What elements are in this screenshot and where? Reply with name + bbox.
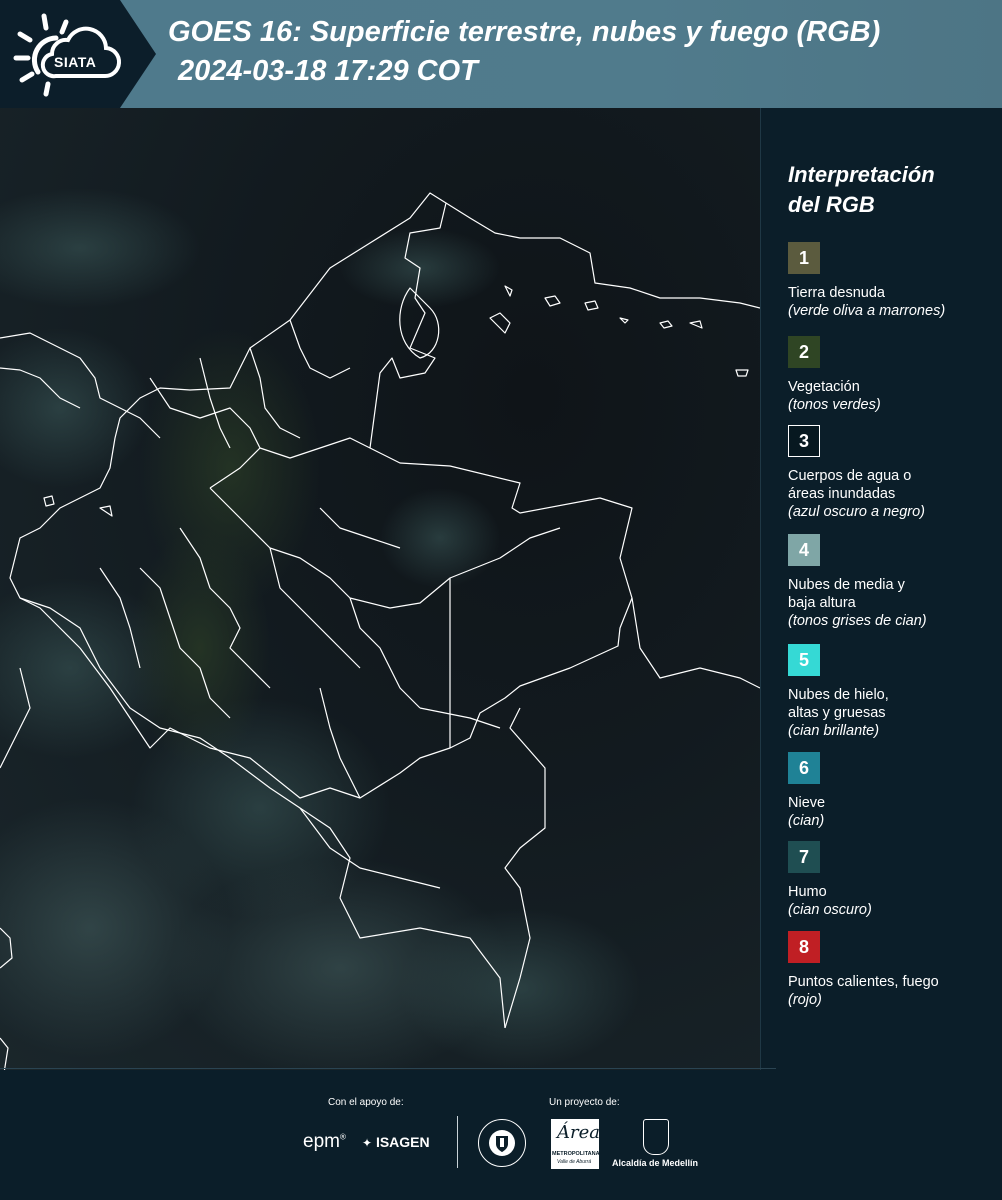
legend-label: Tierra desnuda bbox=[788, 284, 998, 302]
area-small-text: METROPOLITANA bbox=[552, 1151, 600, 1157]
support-label: Con el apoyo de: bbox=[328, 1097, 404, 1108]
alcaldia-shield-icon bbox=[643, 1119, 669, 1155]
area-script-text: Área bbox=[557, 1122, 600, 1143]
epm-logo-text: epm bbox=[303, 1131, 340, 1152]
legend-item: 5 Nubes de hielo, altas y gruesas (cian bri… bbox=[788, 644, 998, 740]
legend-item: 4 Nubes de media y baja altura (tonos grise… bbox=[788, 534, 998, 630]
legend-swatch: 6 bbox=[788, 752, 820, 784]
epm-logo: epm® bbox=[303, 1131, 346, 1152]
alcaldia-logo-text: Alcaldía de Medellín bbox=[612, 1158, 699, 1168]
legend-label: Vegetación bbox=[788, 378, 998, 396]
legend-sublabel: (cian oscuro) bbox=[788, 902, 872, 918]
page-timestamp: 2024-03-18 17:29 COT bbox=[178, 55, 478, 87]
legend-label: Puntos calientes, fuego bbox=[788, 973, 998, 991]
legend-item: 6 Nieve (cian) bbox=[788, 752, 998, 830]
legend-item: 7 Humo (cian oscuro) bbox=[788, 841, 998, 919]
legend-swatch: 8 bbox=[788, 931, 820, 963]
map-divider bbox=[760, 108, 761, 1070]
map-borders bbox=[0, 188, 760, 1070]
legend-label-line: altas y gruesas bbox=[788, 705, 886, 721]
legend-item: 3 Cuerpos de agua o áreas inundadas (azul o… bbox=[788, 425, 998, 521]
legend-label-line: Nubes de hielo, bbox=[788, 687, 889, 703]
project-label: Un proyecto de: bbox=[549, 1097, 620, 1108]
isagen-logo-text: ISAGEN bbox=[375, 1134, 430, 1150]
legend-sublabel: (tonos grises de cian) bbox=[788, 613, 927, 629]
legend-title-line2: del RGB bbox=[788, 192, 875, 217]
legend-title-line1: Interpretación bbox=[788, 162, 935, 187]
legend-sublabel: (azul oscuro a negro) bbox=[788, 504, 926, 520]
legend-sublabel: (cian brillante) bbox=[788, 723, 880, 739]
legend-item: 8 Puntos calientes, fuego (rojo) bbox=[788, 931, 998, 1009]
legend-label: Nubes de hielo, altas y gruesas bbox=[788, 686, 998, 722]
area-metropolitana-logo: Área METROPOLITANA Valle de Aburrá bbox=[551, 1119, 600, 1169]
seal-emblem-icon bbox=[489, 1130, 515, 1156]
legend-label: Humo bbox=[788, 883, 998, 901]
page-title: GOES 16: Superficie terrestre, nubes y f… bbox=[168, 16, 881, 48]
footer-divider bbox=[0, 1068, 776, 1069]
legend-swatch: 2 bbox=[788, 336, 820, 368]
footer-separator bbox=[457, 1116, 458, 1168]
header: SIATA GOES 16: Superficie terrestre, nub… bbox=[0, 0, 1002, 108]
siata-logo-text: SIATA bbox=[54, 54, 97, 70]
legend-label-line: áreas inundadas bbox=[788, 486, 896, 502]
legend-sublabel: (cian) bbox=[788, 813, 825, 829]
legend-label-line: Puntos calientes, fuego bbox=[788, 974, 939, 990]
legend: Interpretación del RGB bbox=[788, 160, 998, 234]
legend-sublabel: (tonos verdes) bbox=[788, 397, 881, 413]
legend-label-line: Nubes de media y bbox=[788, 577, 905, 593]
legend-label-line: Humo bbox=[788, 884, 827, 900]
legend-swatch: 3 bbox=[788, 425, 820, 457]
isagen-logo: ✦ ISAGEN bbox=[362, 1134, 430, 1150]
legend-title: Interpretación del RGB bbox=[788, 160, 998, 220]
legend-label-line: Nieve bbox=[788, 795, 826, 811]
legend-sublabel: (verde oliva a marrones) bbox=[788, 303, 946, 319]
legend-swatch: 4 bbox=[788, 534, 820, 566]
legend-label-line: Cuerpos de agua o bbox=[788, 468, 912, 484]
siata-logo: SIATA bbox=[8, 10, 128, 98]
medellin-seal-logo bbox=[478, 1119, 526, 1167]
satellite-map[interactable] bbox=[0, 108, 760, 1070]
legend-sublabel: (rojo) bbox=[788, 992, 822, 1008]
legend-label-line: Tierra desnuda bbox=[788, 285, 885, 301]
legend-label-line: Vegetación bbox=[788, 379, 860, 395]
area-sub-text: Valle de Aburrá bbox=[557, 1159, 592, 1165]
legend-label: Nieve bbox=[788, 794, 998, 812]
isagen-icon: ✦ bbox=[362, 1136, 373, 1150]
legend-label: Nubes de media y baja altura bbox=[788, 576, 998, 612]
legend-swatch: 1 bbox=[788, 242, 820, 274]
legend-swatch: 5 bbox=[788, 644, 820, 676]
legend-swatch: 7 bbox=[788, 841, 820, 873]
legend-label: Cuerpos de agua o áreas inundadas bbox=[788, 467, 998, 503]
legend-item: 1 Tierra desnuda (verde oliva a marrones) bbox=[788, 242, 998, 320]
legend-item: 2 Vegetación (tonos verdes) bbox=[788, 336, 998, 414]
legend-label-line: baja altura bbox=[788, 595, 856, 611]
